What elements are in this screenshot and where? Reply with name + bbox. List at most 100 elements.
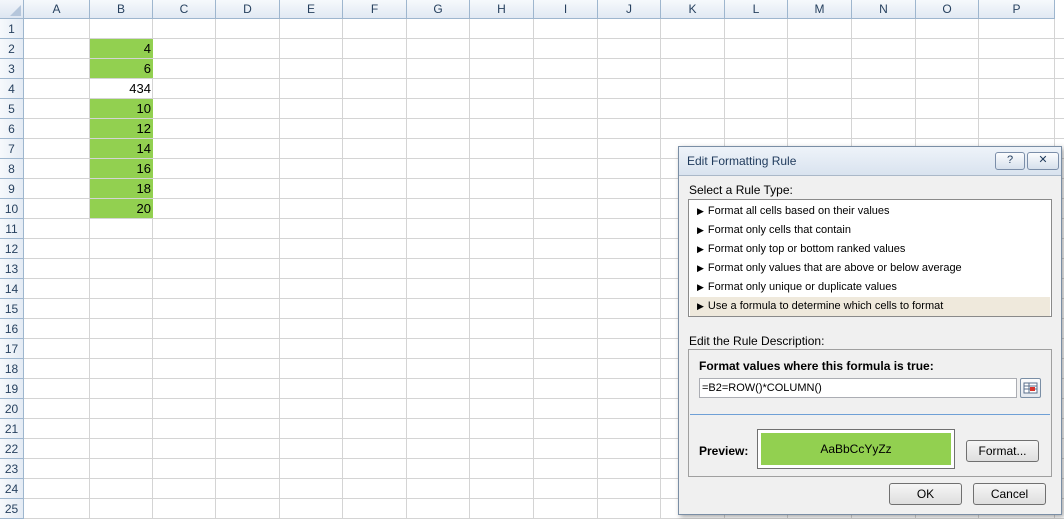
row-header-3[interactable]: 3	[0, 59, 24, 79]
row-header-7[interactable]: 7	[0, 139, 24, 159]
triangle-bullet-icon: ▶	[697, 301, 704, 311]
triangle-bullet-icon: ▶	[697, 282, 704, 292]
rule-type-item[interactable]: ▶ Format only unique or duplicate values	[690, 278, 1050, 297]
column-header-p[interactable]: P	[979, 0, 1055, 19]
gridline-vertical	[342, 19, 343, 519]
gridline-vertical	[215, 19, 216, 519]
ok-button[interactable]: OK	[889, 483, 962, 505]
rule-type-item[interactable]: ▶ Format only top or bottom ranked values	[690, 240, 1050, 259]
cell-b2[interactable]: 4	[90, 39, 153, 58]
rule-type-label: Use a formula to determine which cells t…	[707, 300, 944, 312]
rule-description-panel: Format values where this formula is true…	[688, 349, 1052, 477]
row-header-16[interactable]: 16	[0, 319, 24, 339]
rule-type-item[interactable]: ▶ Format only cells that contain	[690, 221, 1050, 240]
format-button[interactable]: Format...	[966, 440, 1039, 462]
triangle-bullet-icon: ▶	[697, 263, 704, 273]
column-header-b[interactable]: B	[90, 0, 153, 19]
collapse-dialog-button[interactable]	[1020, 378, 1041, 398]
cell-b5[interactable]: 10	[90, 99, 153, 118]
column-header-d[interactable]: D	[216, 0, 280, 19]
row-header-19[interactable]: 19	[0, 379, 24, 399]
select-rule-type-label: Select a Rule Type:	[689, 183, 793, 197]
triangle-bullet-icon: ▶	[697, 244, 704, 254]
cell-b8[interactable]: 16	[90, 159, 153, 178]
gridline-horizontal	[24, 38, 1064, 39]
row-header-10[interactable]: 10	[0, 199, 24, 219]
cell-b3[interactable]: 6	[90, 59, 153, 78]
description-separator	[690, 414, 1050, 415]
row-header-21[interactable]: 21	[0, 419, 24, 439]
row-header-24[interactable]: 24	[0, 479, 24, 499]
row-header-23[interactable]: 23	[0, 459, 24, 479]
row-header-6[interactable]: 6	[0, 119, 24, 139]
column-header-j[interactable]: J	[598, 0, 661, 19]
column-header-n[interactable]: N	[852, 0, 916, 19]
dialog-title: Edit Formatting Rule	[687, 154, 797, 168]
preview-sample-text: AaBbCcYyZz	[761, 433, 951, 465]
help-button[interactable]: ?	[995, 152, 1025, 170]
cancel-button[interactable]: Cancel	[973, 483, 1046, 505]
gridline-vertical	[279, 19, 280, 519]
column-header-f[interactable]: F	[343, 0, 407, 19]
close-button[interactable]: ✕	[1027, 152, 1059, 170]
gridline-vertical	[597, 19, 598, 519]
row-header-17[interactable]: 17	[0, 339, 24, 359]
gridline-vertical	[533, 19, 534, 519]
column-header-c[interactable]: C	[153, 0, 216, 19]
row-header-18[interactable]: 18	[0, 359, 24, 379]
column-header-m[interactable]: M	[788, 0, 852, 19]
row-header-2[interactable]: 2	[0, 39, 24, 59]
gridline-horizontal	[24, 138, 1064, 139]
column-header-a[interactable]: A	[24, 0, 90, 19]
rule-type-label: Format only top or bottom ranked values	[707, 243, 906, 255]
formula-input[interactable]: =B2=ROW()*COLUMN()	[699, 378, 1017, 398]
rule-type-label: Format only values that are above or bel…	[707, 262, 962, 274]
row-header-5[interactable]: 5	[0, 99, 24, 119]
column-header-k[interactable]: K	[661, 0, 725, 19]
row-header-11[interactable]: 11	[0, 219, 24, 239]
cell-b10[interactable]: 20	[90, 199, 153, 218]
rule-type-item[interactable]: ▶ Use a formula to determine which cells …	[690, 297, 1050, 316]
formula-label: Format values where this formula is true…	[699, 359, 934, 373]
cell-b6[interactable]: 12	[90, 119, 153, 138]
cell-b4[interactable]: 434	[90, 79, 153, 98]
row-header-22[interactable]: 22	[0, 439, 24, 459]
row-header-4[interactable]: 4	[0, 79, 24, 99]
row-header-12[interactable]: 12	[0, 239, 24, 259]
range-selector-icon	[1023, 382, 1038, 394]
cell-b7[interactable]: 14	[90, 139, 153, 158]
edit-formatting-rule-dialog: Edit Formatting Rule ? ✕ Select a Rule T…	[678, 146, 1062, 515]
dialog-titlebar[interactable]: Edit Formatting Rule ? ✕	[679, 147, 1061, 176]
triangle-bullet-icon: ▶	[697, 225, 704, 235]
preview-box: AaBbCcYyZz	[757, 429, 955, 469]
column-header-e[interactable]: E	[280, 0, 343, 19]
gridline-vertical	[660, 19, 661, 519]
rule-type-list[interactable]: ▶ Format all cells based on their values ▶…	[688, 199, 1052, 317]
rule-type-label: Format only unique or duplicate values	[707, 281, 897, 293]
rule-type-label: Format all cells based on their values	[707, 205, 890, 217]
row-header-20[interactable]: 20	[0, 399, 24, 419]
row-header-13[interactable]: 13	[0, 259, 24, 279]
row-header-15[interactable]: 15	[0, 299, 24, 319]
rule-type-item[interactable]: ▶ Format all cells based on their values	[690, 202, 1050, 221]
gridline-horizontal	[24, 58, 1064, 59]
rule-type-item[interactable]: ▶ Format only values that are above or be…	[690, 259, 1050, 278]
column-header-o[interactable]: O	[916, 0, 979, 19]
gridline-horizontal	[24, 98, 1064, 99]
cell-b9[interactable]: 18	[90, 179, 153, 198]
column-header-l[interactable]: L	[725, 0, 788, 19]
row-header-25[interactable]: 25	[0, 499, 24, 519]
column-header-h[interactable]: H	[470, 0, 534, 19]
column-header-i[interactable]: I	[534, 0, 598, 19]
row-header-1[interactable]: 1	[0, 19, 24, 39]
row-header-9[interactable]: 9	[0, 179, 24, 199]
edit-rule-description-label: Edit the Rule Description:	[689, 334, 825, 348]
select-all-corner[interactable]	[0, 0, 24, 19]
row-header-14[interactable]: 14	[0, 279, 24, 299]
column-header-g[interactable]: G	[407, 0, 470, 19]
gridline-vertical	[406, 19, 407, 519]
gridline-horizontal	[24, 78, 1064, 79]
triangle-bullet-icon: ▶	[697, 206, 704, 216]
row-header-8[interactable]: 8	[0, 159, 24, 179]
gridline-horizontal	[24, 118, 1064, 119]
